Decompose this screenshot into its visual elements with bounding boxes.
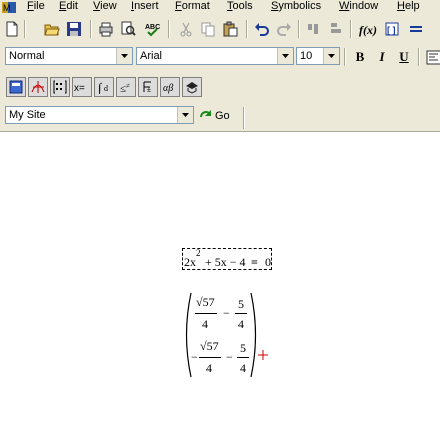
root1-denominator-2: 4 (238, 317, 244, 331)
root2-denominator: 4 (206, 361, 212, 375)
root1-numerator: √57 (196, 295, 215, 309)
svg-text:x=: x= (74, 83, 85, 94)
evaluation-toolbar-icon[interactable]: x= (72, 77, 92, 97)
equation-lhs-term: 2x (184, 255, 196, 269)
menu-file[interactable]: File (26, 0, 46, 16)
app-icon[interactable]: M (2, 1, 16, 14)
equation-rest: + 5x − 4 (205, 255, 246, 269)
menu-edit[interactable]: Edit (58, 0, 79, 16)
paste-icon[interactable] (220, 19, 240, 39)
copy-icon[interactable] (198, 19, 218, 39)
programming-toolbar-icon[interactable]: ± (138, 77, 158, 97)
menu-help[interactable]: Help (396, 0, 421, 16)
menu-tools[interactable]: Tools (226, 0, 254, 16)
equation-equals: = (251, 255, 258, 269)
crosshair-cursor-icon (258, 350, 268, 360)
equation-rhs: 0 (265, 255, 271, 269)
chevron-down-icon[interactable] (323, 48, 339, 64)
align-left-icon[interactable] (424, 47, 440, 67)
fraction-bar (199, 357, 221, 358)
symbolic-toolbar-icon[interactable] (182, 77, 202, 97)
chevron-down-icon[interactable] (277, 48, 293, 64)
print-preview-icon[interactable] (118, 19, 138, 39)
calculus-toolbar-icon[interactable]: ∫ d (94, 77, 114, 97)
application-chrome: M File Edit View Insert Format Tools Sym… (0, 0, 440, 132)
svg-text:M: M (3, 3, 11, 13)
calculate-icon[interactable] (406, 19, 426, 39)
svg-text:[ ]: [ ] (387, 25, 396, 35)
menu-window[interactable]: Window (338, 0, 379, 16)
new-icon[interactable] (2, 19, 22, 39)
root2-numerator: √57 (200, 339, 219, 353)
font-select[interactable]: Arial (136, 47, 294, 65)
menu-format[interactable]: Format (174, 0, 211, 16)
formatting-toolbar: Normal Arial 10 B I U (0, 45, 440, 69)
root1-numerator-2: 5 (238, 297, 244, 311)
right-paren (250, 292, 257, 378)
menu-symbolics[interactable]: Symbolics (270, 0, 322, 16)
print-icon[interactable] (96, 19, 116, 39)
menu-bar: M File Edit View Insert Format Tools Sym… (0, 0, 440, 16)
font-size-select[interactable]: 10 (296, 47, 340, 65)
solution-vector[interactable]: √57 4 − 5 4 − √57 4 − 5 4 (183, 292, 263, 378)
svg-text:αβ: αβ (163, 83, 173, 94)
standard-toolbar: ABC f(x) [ ] (0, 17, 440, 41)
resources-toolbar: My Site Go (0, 104, 440, 129)
svg-text:ABC: ABC (145, 24, 160, 31)
svg-text:≠: ≠ (126, 82, 130, 90)
graph-toolbar-icon[interactable] (28, 77, 48, 97)
underline-button[interactable]: U (394, 47, 414, 67)
equation-exponent: 2 (196, 248, 201, 258)
svg-text:±: ± (147, 87, 151, 94)
style-select[interactable]: Normal (5, 47, 133, 65)
italic-button[interactable]: I (372, 47, 392, 67)
svg-text:d: d (104, 84, 108, 93)
greek-toolbar-icon[interactable]: αβ (160, 77, 180, 97)
menu-insert[interactable]: Insert (130, 0, 160, 16)
root2-sign: − (191, 350, 198, 364)
insert-function-icon[interactable]: f(x) (358, 19, 378, 39)
resources-site-select[interactable]: My Site (5, 106, 194, 124)
redo-icon[interactable] (274, 19, 294, 39)
bold-button[interactable]: B (350, 47, 370, 67)
svg-text:f(x): f(x) (359, 23, 377, 37)
calculator-toolbar-icon[interactable] (6, 77, 26, 97)
fraction-bar (237, 357, 249, 358)
style-value: Normal (9, 50, 45, 62)
chevron-down-icon[interactable] (177, 107, 193, 123)
undo-icon[interactable] (252, 19, 272, 39)
save-icon[interactable] (64, 19, 84, 39)
svg-text:∫: ∫ (97, 80, 103, 94)
go-arrow-icon (200, 110, 211, 118)
spell-check-icon[interactable]: ABC (142, 19, 162, 39)
open-icon[interactable] (42, 19, 62, 39)
matrix-toolbar-icon[interactable] (50, 77, 70, 97)
align-down-icon[interactable] (326, 19, 346, 39)
site-value: My Site (9, 109, 46, 121)
cut-icon[interactable] (176, 19, 196, 39)
go-label: Go (215, 110, 230, 122)
root2-operator: − (226, 350, 233, 364)
insert-unit-icon[interactable]: [ ] (382, 19, 402, 39)
align-across-icon[interactable] (304, 19, 324, 39)
go-button[interactable]: Go (199, 106, 239, 126)
root2-denominator-2: 4 (240, 361, 246, 375)
fraction-bar (195, 313, 217, 314)
boolean-toolbar-icon[interactable]: ≤ ≠ (116, 77, 136, 97)
worksheet[interactable]: 2x 2 + 5x − 4 = 0 √57 4 − 5 4 − √57 4 − … (0, 132, 440, 439)
fraction-bar (235, 313, 247, 314)
font-size-value: 10 (300, 50, 313, 62)
font-value: Arial (140, 50, 163, 62)
root2-numerator-2: 5 (240, 341, 246, 355)
root1-operator: − (223, 306, 230, 320)
equation-region[interactable]: 2x 2 + 5x − 4 = 0 (182, 248, 272, 270)
root1-denominator: 4 (202, 317, 208, 331)
chevron-down-icon[interactable] (116, 48, 132, 64)
menu-view[interactable]: View (92, 0, 118, 16)
math-toolbar: x= ∫ d ≤ ≠ ± αβ (0, 76, 440, 100)
left-paren (185, 292, 192, 378)
